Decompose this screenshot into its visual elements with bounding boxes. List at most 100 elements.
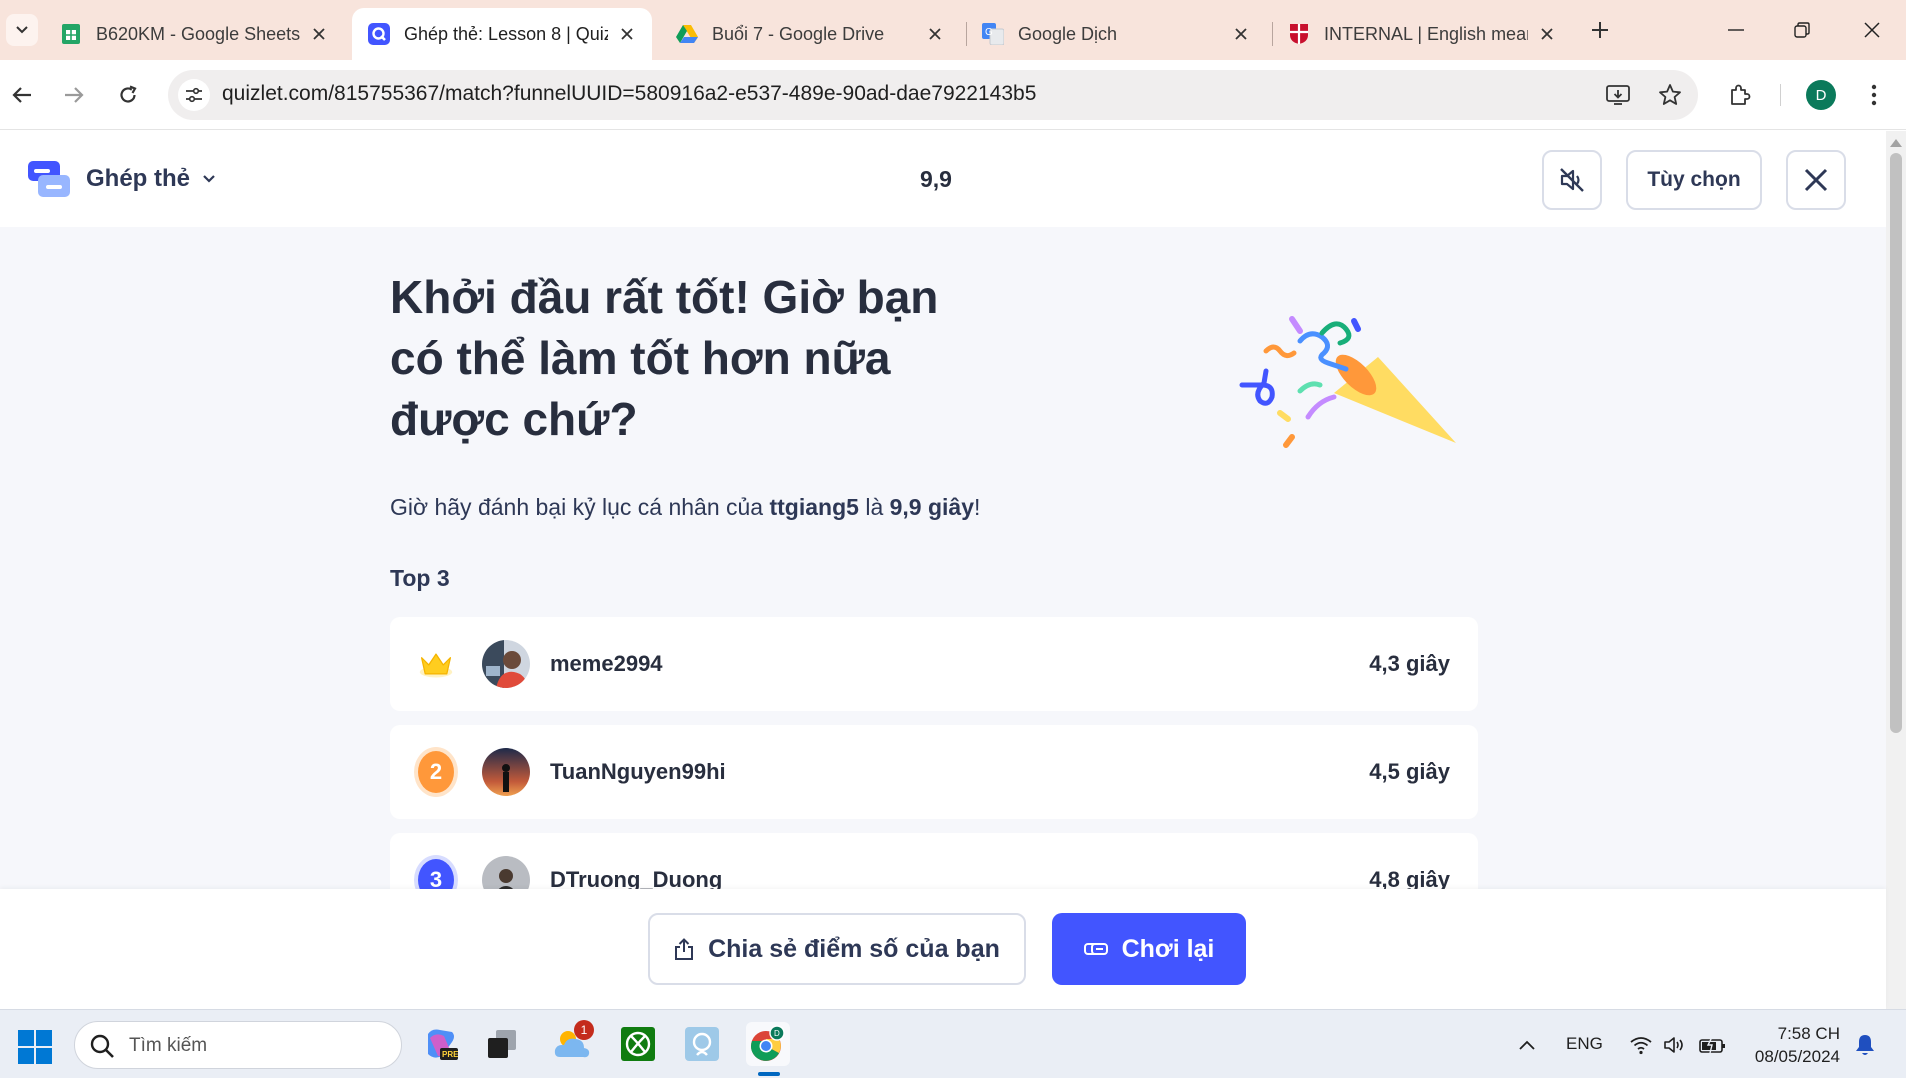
taskbar-search[interactable]: Tìm kiếm [74,1021,402,1069]
scroll-up-arrow[interactable] [1890,139,1902,147]
options-label: Tùy chọn [1647,168,1741,191]
close-icon [1864,22,1880,38]
tab-title: Ghép thẻ: Lesson 8 | Quizlet [404,23,608,44]
chevron-up-icon [1519,1040,1535,1050]
puzzle-icon [1731,84,1751,105]
action-bar: Chia sẻ điểm số của bạn Chơi lại [0,889,1886,1009]
reload-button[interactable] [110,77,146,113]
url-text[interactable]: quizlet.com/815755367/match?funnelUUID=5… [222,82,1036,106]
page-scrollbar[interactable] [1886,131,1906,1009]
windows-start-icon[interactable] [18,1030,52,1064]
install-app-button[interactable] [1604,81,1632,109]
tab-title: B620KM - Google Sheets [96,23,300,44]
subtext-middle: là [858,494,890,520]
address-bar[interactable]: quizlet.com/815755367/match?funnelUUID=5… [168,70,1698,120]
install-icon [1606,85,1630,105]
app-launcher[interactable] [680,1022,724,1066]
profile-avatar[interactable]: D [1806,80,1836,110]
record-time: 9,9 giây [889,494,975,520]
close-tab-icon[interactable] [924,23,946,45]
more-vertical-icon [1871,84,1877,106]
plus-icon [1592,22,1608,38]
notification-bell-icon[interactable] [1850,1030,1880,1060]
task-view-app[interactable] [480,1022,524,1066]
svg-text:PRE: PRE [442,1050,458,1059]
reload-icon [120,85,137,103]
play-again-button[interactable]: Chơi lại [1052,913,1246,985]
tab-title: Buổi 7 - Google Drive [712,23,885,44]
scroll-thumb[interactable] [1890,153,1902,733]
chevron-down-icon [16,26,28,34]
copilot-app[interactable]: PRE [418,1022,462,1066]
svg-text:G: G [985,27,993,38]
tab-google-drive[interactable]: Buổi 7 - Google Drive [660,8,960,60]
system-clock[interactable]: 7:58 CH 08/05/2024 [1740,1022,1840,1068]
input-language[interactable]: ENG [1566,1034,1603,1054]
svg-text:D: D [774,1029,780,1038]
browser-toolbar: quizlet.com/815755367/match?funnelUUID=5… [0,60,1906,130]
subtext-prefix: Giờ hãy đánh bại kỷ lục cá nhân của [390,494,770,520]
task-view-icon [488,1030,516,1058]
restore-button[interactable] [1772,8,1832,52]
chrome-icon: D [751,1025,785,1061]
chrome-app[interactable]: D [746,1022,790,1066]
volume-icon[interactable] [1660,1030,1690,1060]
match-header: Ghép thẻ 9,9 Tùy chọn [0,131,1886,227]
timer: 9,9 [920,166,952,192]
chevron-down-icon [202,174,216,184]
mode-dropdown[interactable]: Ghép thẻ [86,165,216,193]
rank-badge-wrap: 2 [418,751,454,793]
back-button[interactable] [4,77,40,113]
tab-google-translate[interactable]: G Google Dịch [966,8,1266,60]
close-tab-icon[interactable] [308,23,330,45]
tab-search-button[interactable] [6,14,38,46]
leaderboard-username: meme2994 [550,651,663,676]
show-hidden-icons-button[interactable] [1512,1030,1542,1060]
record-username: ttgiang5 [769,494,859,520]
leaderboard-username: TuanNguyen99hi [550,759,726,784]
extensions-button[interactable] [1724,79,1756,111]
close-tab-icon[interactable] [1230,23,1252,45]
arrow-left-icon [12,87,31,103]
tune-icon [186,87,202,103]
toolbar-separator [1780,84,1781,106]
leaderboard-row: meme2994 4,3 giây [390,617,1478,711]
battery-icon[interactable] [1696,1030,1730,1060]
close-match-button[interactable] [1786,150,1846,210]
close-tab-icon[interactable] [1536,23,1558,45]
match-mode-icon [28,161,70,197]
quizlet-icon [368,23,390,45]
close-icon [1804,168,1828,192]
rank-badge: 2 [418,751,454,793]
site-info-button[interactable] [178,79,210,111]
sound-off-icon [1560,168,1584,192]
mute-button[interactable] [1542,150,1602,210]
tab-cambridge[interactable]: INTERNAL | English meaning [1272,8,1572,60]
close-tab-icon[interactable] [616,23,638,45]
xbox-app[interactable] [616,1022,660,1066]
minimize-button[interactable] [1706,8,1766,52]
leaderboard-time: 4,3 giây [1369,651,1450,676]
google-translate-icon: G [982,23,1004,45]
bookmark-button[interactable] [1656,81,1684,109]
arrow-right-icon [65,87,84,103]
options-button[interactable]: Tùy chọn [1626,150,1762,210]
new-tab-button[interactable] [1584,14,1616,46]
share-label: Chia sẻ điểm số của bạn [708,934,1000,963]
share-score-button[interactable]: Chia sẻ điểm số của bạn [648,913,1026,985]
search-icon [90,1034,114,1058]
close-window-button[interactable] [1842,8,1902,52]
result-headline: Khởi đầu rất tốt! Giờ bạn có thể làm tốt… [390,271,939,445]
star-icon [1659,84,1681,105]
leaderboard-time: 4,5 giây [1369,759,1450,784]
leaderboard-title: Top 3 [390,565,450,591]
tab-quizlet[interactable]: Ghép thẻ: Lesson 8 | Quizlet [352,8,652,60]
tab-google-sheets[interactable]: B620KM - Google Sheets [44,8,344,60]
wifi-icon[interactable] [1626,1030,1656,1060]
quizlet-page: Ghép thẻ 9,9 Tùy chọn Khởi đầu rất tốt! … [0,131,1906,1009]
forward-button[interactable] [56,77,92,113]
match-cards-icon [1083,940,1108,958]
menu-button[interactable] [1858,79,1890,111]
subtext-suffix: ! [974,494,981,520]
google-drive-icon [676,23,698,45]
